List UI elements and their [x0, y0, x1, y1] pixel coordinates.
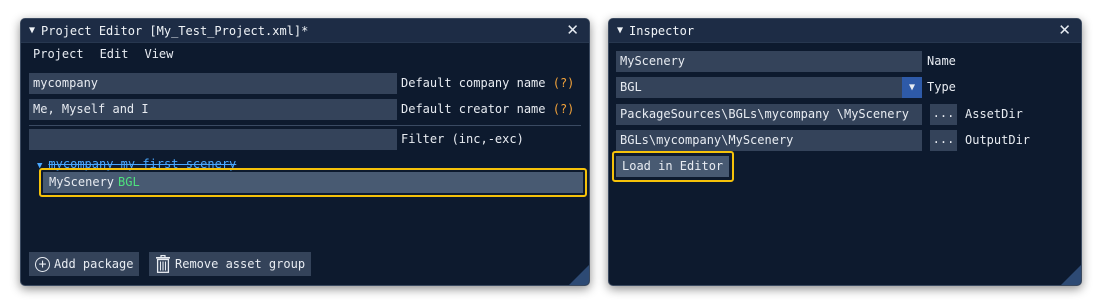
- close-icon[interactable]: ✕: [1058, 23, 1071, 38]
- menu-project[interactable]: Project: [33, 47, 84, 61]
- type-select[interactable]: BGL: [616, 77, 902, 98]
- menu-edit[interactable]: Edit: [100, 47, 129, 61]
- creator-name-label-row: Default creator name (?): [401, 99, 574, 120]
- assetdir-browse-button[interactable]: ...: [930, 104, 957, 125]
- company-name-label: Default company name: [401, 76, 546, 90]
- remove-asset-group-button[interactable]: Remove asset group: [149, 252, 312, 276]
- resize-grip-icon[interactable]: [1061, 265, 1081, 285]
- outputdir-browse-button[interactable]: ...: [930, 130, 957, 151]
- assetdir-field[interactable]: PackageSources\BGLs\mycompany \MyScenery: [616, 104, 922, 125]
- collapse-triangle-icon[interactable]: ▼: [617, 25, 623, 36]
- dropdown-arrow-icon[interactable]: ▼: [902, 77, 922, 98]
- menu-view[interactable]: View: [144, 47, 173, 61]
- creator-name-label: Default creator name: [401, 102, 546, 116]
- company-help-icon[interactable]: (?): [553, 76, 575, 90]
- assetdir-label: AssetDir: [965, 107, 1023, 121]
- highlight-box: [39, 168, 587, 197]
- add-package-label: Add package: [54, 257, 134, 271]
- type-label: Type: [927, 80, 956, 94]
- collapse-triangle-icon[interactable]: ▼: [29, 25, 35, 36]
- project-editor-window: ▼ Project Editor [My_Test_Project.xml]* …: [20, 18, 590, 286]
- project-editor-title: Project Editor [My_Test_Project.xml]: [41, 23, 302, 38]
- filter-input[interactable]: [29, 129, 397, 150]
- remove-asset-group-label: Remove asset group: [175, 257, 306, 271]
- trash-icon: [156, 255, 170, 273]
- outputdir-field[interactable]: BGLs\mycompany\MyScenery: [616, 130, 922, 151]
- resize-grip-icon[interactable]: [569, 265, 589, 285]
- modified-marker: *: [301, 23, 309, 38]
- creator-help-icon[interactable]: (?): [553, 102, 575, 116]
- divider: [29, 125, 581, 126]
- name-field[interactable]: MyScenery: [616, 51, 922, 72]
- outputdir-label: OutputDir: [965, 133, 1031, 147]
- company-name-label-row: Default company name (?): [401, 73, 574, 94]
- inspector-title: Inspector: [629, 23, 695, 38]
- name-label: Name: [927, 54, 956, 68]
- add-circle-icon: +: [35, 256, 50, 272]
- project-editor-titlebar[interactable]: ▼ Project Editor [My_Test_Project.xml]* …: [21, 19, 589, 43]
- add-package-button[interactable]: + Add package: [29, 252, 140, 276]
- close-icon[interactable]: ✕: [566, 23, 579, 38]
- filter-label: Filter (inc,-exc): [401, 132, 524, 146]
- inspector-window: ▼ Inspector ✕ MyScenery Name BGL ▼ Type …: [608, 18, 1082, 286]
- creator-name-field[interactable]: Me, Myself and I: [29, 99, 397, 120]
- inspector-titlebar[interactable]: ▼ Inspector ✕: [609, 19, 1081, 43]
- highlight-box: [612, 151, 734, 182]
- company-name-field[interactable]: mycompany: [29, 73, 397, 94]
- menubar: Project Edit View: [21, 43, 589, 65]
